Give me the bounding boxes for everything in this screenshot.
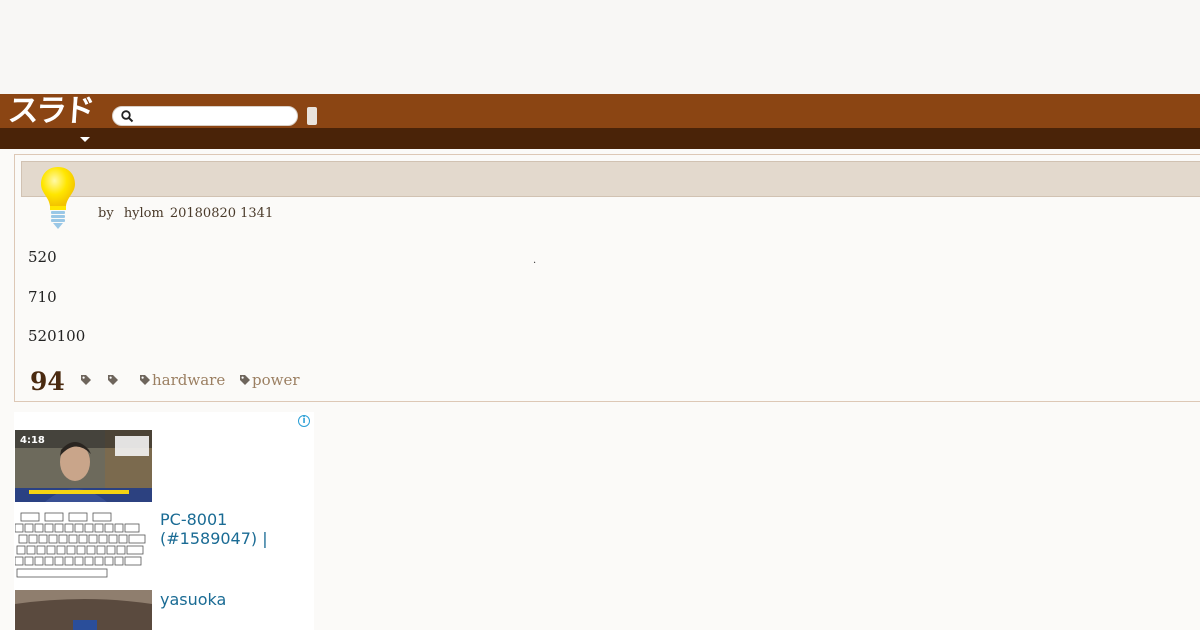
tag-item[interactable]: power <box>239 371 300 389</box>
site-header: スラド <box>0 93 1200 129</box>
search-box <box>112 106 298 126</box>
top-blank-area <box>0 0 1200 94</box>
byline-author[interactable]: hylom <box>124 206 164 221</box>
story-paragraph: 520100 <box>28 327 86 345</box>
ad-link-title[interactable]: yasuoka <box>160 590 226 609</box>
search-submit-button[interactable] <box>307 107 317 125</box>
search-icon <box>121 110 134 123</box>
tag-item[interactable]: hardware <box>139 371 225 389</box>
search-input[interactable] <box>139 108 293 126</box>
comment-count[interactable]: 94 <box>30 367 65 396</box>
chevron-down-icon[interactable] <box>78 132 92 146</box>
ad-thumbnail[interactable] <box>15 510 152 582</box>
story-dot: . <box>533 255 537 266</box>
story-byline: by hylom 20180820 1341 <box>98 206 279 221</box>
tag-item[interactable] <box>80 371 93 389</box>
story-paragraph: 710 <box>28 288 57 306</box>
video-duration: 4:18 <box>20 435 45 446</box>
tag-label: power <box>252 371 300 389</box>
byline-date: 20180820 1341 <box>169 206 274 221</box>
ad-thumbnail[interactable] <box>15 590 152 630</box>
lightbulb-icon <box>41 167 75 229</box>
ad-thumbnail[interactable]: 4:18 <box>15 430 152 502</box>
stage-photo-thumbnail <box>15 590 152 630</box>
story-article: by hylom 20180820 1341 520 . 710 520100 9… <box>14 154 1200 402</box>
tag-item[interactable] <box>107 371 120 389</box>
site-logo[interactable]: スラド <box>7 93 107 129</box>
tag-icon <box>81 375 91 385</box>
tag-label: hardware <box>152 371 226 389</box>
tag-icon <box>240 375 250 385</box>
tag-icon <box>140 375 150 385</box>
story-paragraph: 520 <box>28 248 57 266</box>
story-title-bar[interactable] <box>21 161 1200 197</box>
ad-link-title[interactable]: PC-8001 (#1589047) | <box>160 510 310 548</box>
keyboard-thumbnail <box>15 510 152 582</box>
byline-by: by <box>98 206 114 221</box>
sub-navigation <box>0 128 1200 149</box>
info-icon[interactable]: i <box>298 415 310 427</box>
ad-block: i 4:18 PC-8001 (#1589047) | yasuoka <box>14 412 314 630</box>
tag-icon <box>108 375 118 385</box>
